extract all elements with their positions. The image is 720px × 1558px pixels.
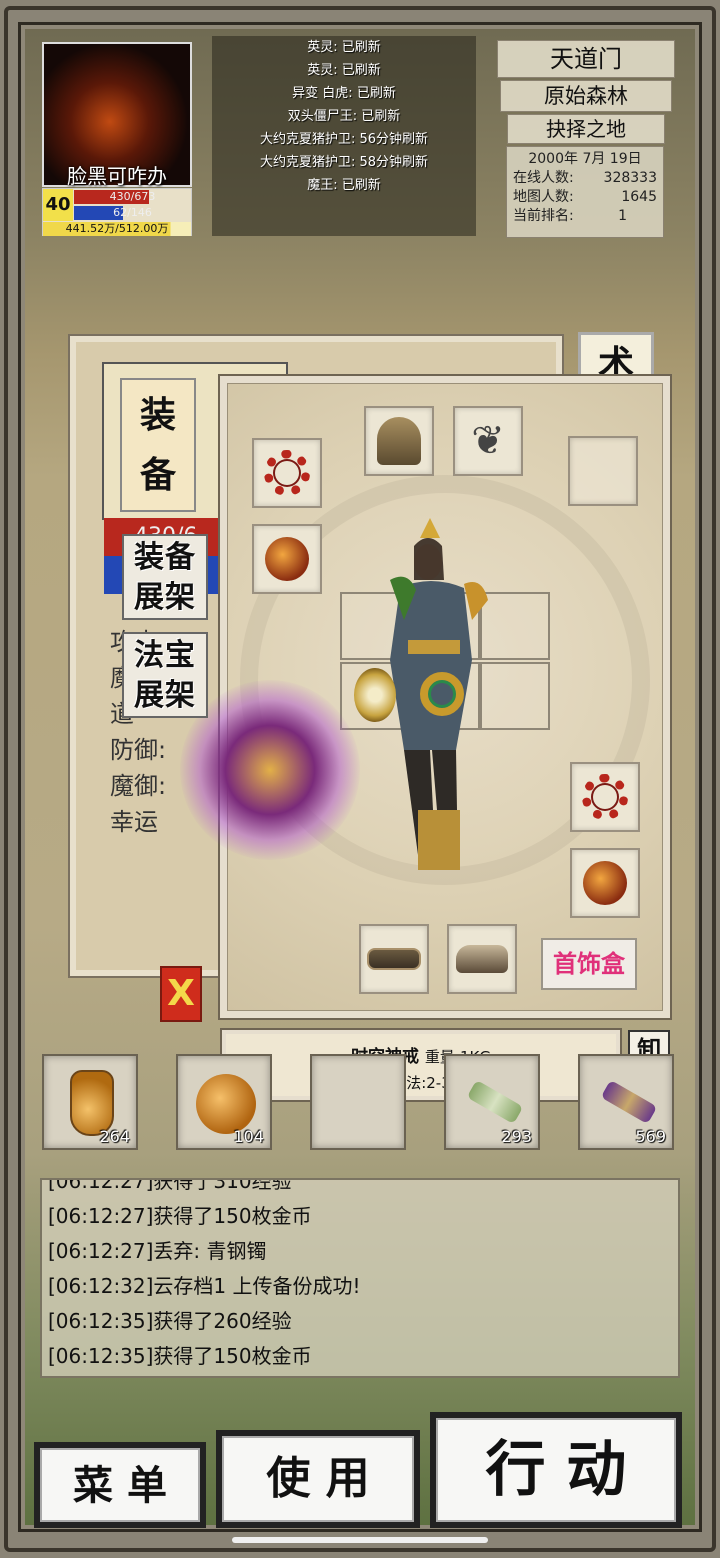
map-players-label: 地图人数: bbox=[513, 189, 574, 205]
potion-slot-3[interactable] bbox=[310, 1054, 406, 1150]
jewelry-box-button[interactable]: 首饰盒 bbox=[541, 938, 637, 990]
message-log[interactable]: [06:12:27]获得了310经验 [06:12:27]获得了150枚金币 [… bbox=[40, 1178, 680, 1378]
rank-value: 1 bbox=[618, 208, 627, 224]
log-entry: [06:12:35]获得了260经验 bbox=[48, 1309, 292, 1333]
menu-button[interactable]: 菜 单 bbox=[34, 1442, 206, 1528]
potion-count: 293 bbox=[501, 1127, 532, 1146]
potion-count: 264 bbox=[99, 1127, 130, 1146]
home-indicator[interactable] bbox=[232, 1537, 488, 1543]
serpent-ring-item[interactable] bbox=[420, 672, 464, 716]
stat-label-magic-defense: 魔御: bbox=[110, 772, 167, 800]
potion-slot-2[interactable]: 104 bbox=[176, 1054, 272, 1150]
exp-bar: 441.52万/512.00万 bbox=[43, 222, 191, 236]
scroll-icon bbox=[466, 1079, 524, 1125]
potion-slot-5[interactable]: 569 bbox=[578, 1054, 674, 1150]
notice-item: 异变 白虎: 已刷新 bbox=[292, 86, 396, 101]
necklace-slot[interactable]: ❦ bbox=[453, 406, 523, 476]
log-entry: [06:12:32]云存档1 上传备份成功! bbox=[48, 1274, 361, 1298]
potion-slot-4[interactable]: 293 bbox=[444, 1054, 540, 1150]
bracelet-right-slot[interactable] bbox=[570, 762, 640, 832]
online-value: 328333 bbox=[603, 170, 657, 186]
hp-value: 430/673 bbox=[109, 190, 156, 203]
ring-left-slot[interactable] bbox=[252, 524, 322, 594]
server-info-box: 2000年 7月 19日 在线人数: 328333 地图人数: 1645 当前排名:… bbox=[506, 146, 664, 238]
tooltip-stats: 攻击:2-2 魔法:2-3 道术:1-2 bbox=[326, 1074, 516, 1092]
player-level: 40 bbox=[43, 189, 73, 221]
helmet-icon bbox=[377, 417, 421, 465]
gold-ring-item[interactable] bbox=[354, 668, 396, 722]
treasure-shelf-button[interactable]: 法宝 展架 bbox=[122, 632, 208, 718]
belt-icon bbox=[367, 948, 421, 970]
notice-item: 英灵: 已刷新 bbox=[307, 63, 381, 78]
ring-icon bbox=[265, 537, 309, 581]
map-players-value: 1645 bbox=[621, 189, 657, 205]
online-label: 在线人数: bbox=[513, 170, 574, 186]
use-button[interactable]: 使 用 bbox=[216, 1430, 420, 1528]
equip-tab[interactable]: 装 备 bbox=[120, 378, 196, 512]
player-name: 脸黑可咋办 bbox=[67, 164, 167, 188]
ring-right-slot[interactable] bbox=[570, 848, 640, 918]
boss-refresh-notices: 英灵: 已刷新 英灵: 已刷新 异变 白虎: 已刷新 双头僵尸王: 已刷新 大约… bbox=[212, 36, 476, 236]
notice-item: 英灵: 已刷新 bbox=[307, 40, 381, 55]
rank-label: 当前排名: bbox=[513, 208, 574, 224]
medal-slot[interactable] bbox=[568, 436, 638, 506]
place-label[interactable]: 抉择之地 bbox=[507, 114, 665, 144]
item-tooltip: 时空神戒 重量:1KG 攻击:2-2 魔法:2-3 道术:1-2 bbox=[222, 1030, 620, 1100]
bracelet-icon bbox=[264, 450, 310, 496]
belt-slot[interactable] bbox=[359, 924, 429, 994]
notice-item: 双头僵尸王: 已刷新 bbox=[287, 109, 401, 124]
stat-label-defense: 防御: bbox=[110, 736, 167, 764]
scroll-icon bbox=[600, 1079, 658, 1125]
equipment-shelf-button[interactable]: 装备 展架 bbox=[122, 534, 208, 620]
log-entry: [06:12:27]丢弃: 青钢镯 bbox=[48, 1239, 267, 1263]
bracelet-left-slot[interactable] bbox=[252, 438, 322, 508]
close-button[interactable]: X bbox=[160, 966, 202, 1022]
area-label[interactable]: 原始森林 bbox=[500, 80, 672, 112]
game-date: 2000年 7月 19日 bbox=[528, 151, 642, 167]
sect-label[interactable]: 天道门 bbox=[497, 40, 675, 78]
helmet-slot[interactable] bbox=[364, 406, 434, 476]
notice-item: 魔王: 已刷新 bbox=[307, 178, 381, 193]
log-entry: [06:12:27]获得了310经验 bbox=[48, 1178, 292, 1193]
boots-icon bbox=[456, 945, 508, 973]
potion-count: 569 bbox=[635, 1127, 666, 1146]
log-entry: [06:12:35]获得了150枚金币 bbox=[48, 1344, 312, 1368]
stat-label-luck: 幸运 bbox=[110, 808, 158, 836]
action-button[interactable]: 行 动 bbox=[430, 1412, 682, 1528]
notice-item: 大约克夏猪护卫: 58分钟刷新 bbox=[259, 155, 429, 170]
player-stats-box: 40 430/673 62/146 441.52万/512.00万 bbox=[42, 188, 192, 236]
necklace-icon: ❦ bbox=[471, 418, 505, 464]
log-entry: [06:12:27]获得了150枚金币 bbox=[48, 1204, 312, 1228]
potion-count: 104 bbox=[233, 1127, 264, 1146]
ring-icon bbox=[583, 861, 627, 905]
potion-flask-icon bbox=[196, 1074, 256, 1134]
potion-slot-1[interactable]: 264 bbox=[42, 1054, 138, 1150]
bracelet-icon bbox=[582, 774, 628, 820]
mp-value: 62/146 bbox=[113, 206, 152, 219]
notice-item: 大约克夏猪护卫: 56分钟刷新 bbox=[259, 132, 429, 147]
boots-slot[interactable] bbox=[447, 924, 517, 994]
